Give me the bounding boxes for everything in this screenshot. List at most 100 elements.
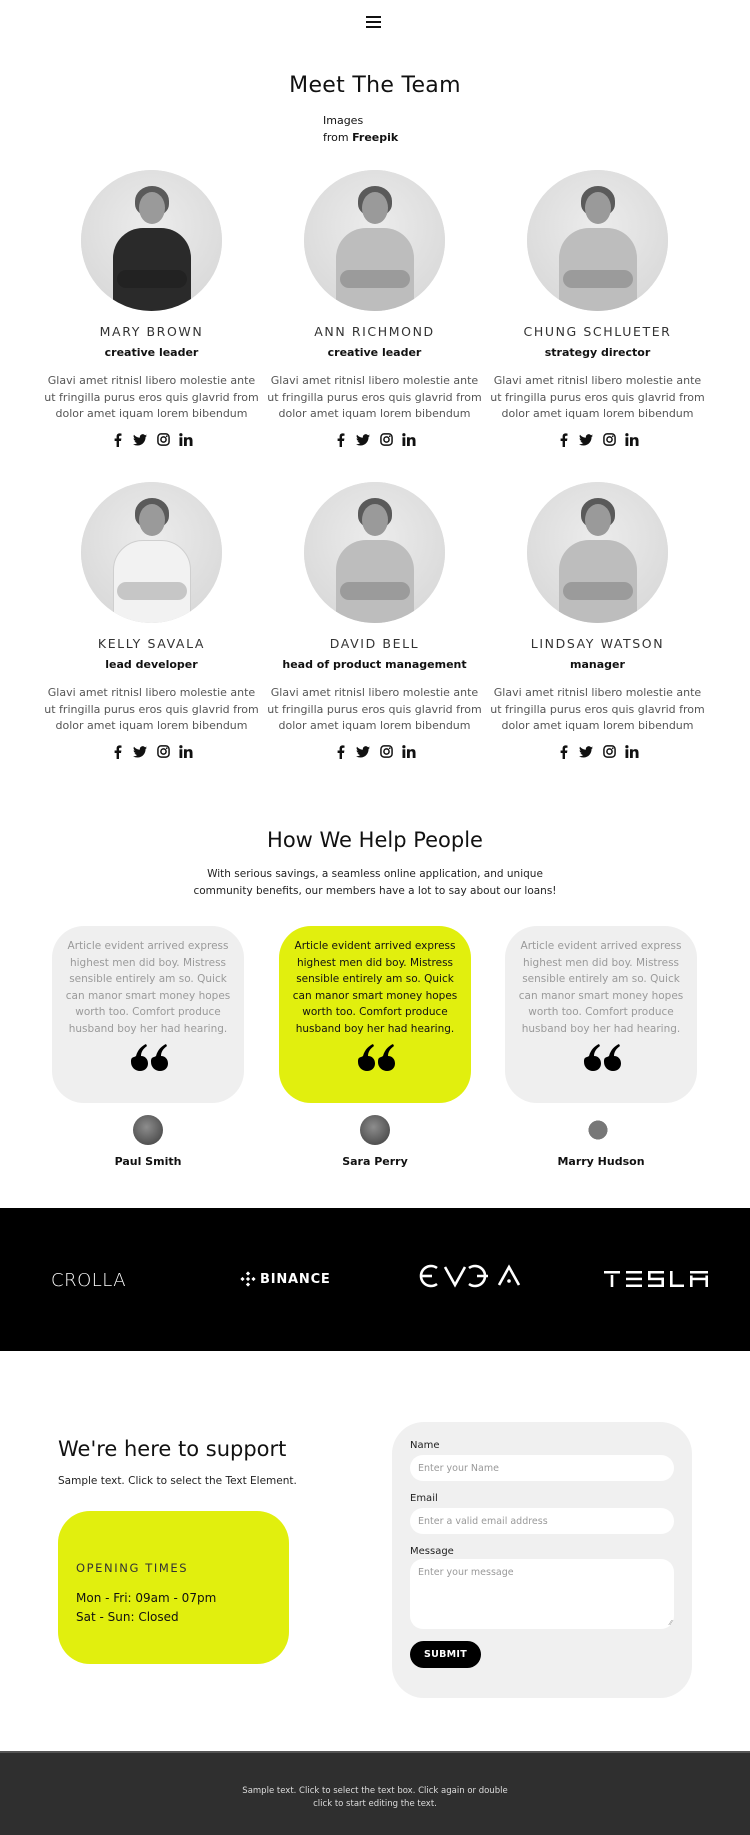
twitter-icon[interactable] xyxy=(579,433,593,447)
member-photo xyxy=(527,482,668,623)
opening-times-card: OPENING TIMES Mon - Fri: 09am - 07pm Sat… xyxy=(58,1511,289,1664)
instagram-icon[interactable] xyxy=(379,433,393,447)
member-photo xyxy=(304,482,445,623)
tesla-logo[interactable] xyxy=(604,1271,708,1291)
member-description: Glavi amet ritnisl libero molestie ante … xyxy=(44,374,259,420)
quote-mark xyxy=(52,1044,244,1077)
member-role: head of product management xyxy=(282,658,467,671)
name-placeholder: Enter your Name xyxy=(418,1462,499,1474)
message-textarea[interactable]: Enter your message ⁄⁄ xyxy=(410,1559,674,1629)
twitter-icon[interactable] xyxy=(133,745,147,759)
twitter-icon[interactable] xyxy=(356,433,370,447)
member-description: Glavi amet ritnisl libero molestie ante … xyxy=(267,374,482,420)
hamburger-menu-icon[interactable] xyxy=(366,14,384,28)
member-photo xyxy=(81,482,222,623)
contact-form: Name Enter your Name Email Enter a valid… xyxy=(392,1422,692,1698)
facebook-icon[interactable] xyxy=(556,432,570,447)
name-input[interactable]: Enter your Name xyxy=(410,1455,674,1481)
instagram-icon[interactable] xyxy=(379,745,393,759)
testimonial-card: Article evident arrived express highest … xyxy=(52,926,244,1103)
support-title: We're here to support xyxy=(58,1437,287,1461)
twitter-icon[interactable] xyxy=(133,433,147,447)
facebook-icon[interactable] xyxy=(333,432,347,447)
linkedin-icon[interactable] xyxy=(625,433,639,447)
author-name: Marry Hudson xyxy=(557,1155,645,1168)
member-name: DAVID BELL xyxy=(329,636,420,651)
binance-logo[interactable]: BINANCE xyxy=(240,1271,331,1287)
team-member-card: LINDSAY WATSON manager Glavi amet ritnis… xyxy=(490,482,705,759)
member-name: KELLY SAVALA xyxy=(97,636,206,651)
twitter-icon[interactable] xyxy=(356,745,370,759)
facebook-icon[interactable] xyxy=(556,744,570,759)
instagram-icon[interactable] xyxy=(156,433,170,447)
evga-logo[interactable] xyxy=(415,1264,521,1292)
testimonial-card: Article evident arrived express highest … xyxy=(505,926,697,1103)
member-photo xyxy=(304,170,445,311)
author-avatar xyxy=(360,1115,390,1145)
facebook-icon[interactable] xyxy=(110,432,124,447)
binance-diamond-icon xyxy=(240,1271,256,1287)
testimonial-card: Article evident arrived express highest … xyxy=(279,926,471,1103)
help-subtitle-line: With serious savings, a seamless online … xyxy=(207,868,543,880)
member-role: manager xyxy=(570,658,625,671)
team-title: Meet The Team xyxy=(289,73,461,98)
email-label: Email xyxy=(410,1493,438,1504)
facebook-icon[interactable] xyxy=(110,744,124,759)
team-member-card: KELLY SAVALA lead developer Glavi amet r… xyxy=(44,482,259,759)
member-photo xyxy=(527,170,668,311)
resize-handle-icon[interactable]: ⁄⁄ xyxy=(670,1619,672,1627)
hours-weekend: Sat - Sun: Closed xyxy=(76,1610,179,1624)
instagram-icon[interactable] xyxy=(602,745,616,759)
member-role: strategy director xyxy=(544,346,651,359)
team-member-card: MARY BROWN creative leader Glavi amet ri… xyxy=(44,170,259,447)
member-name: CHUNG SCHLUETER xyxy=(523,324,672,339)
help-subtitle: With serious savings, a seamless online … xyxy=(0,866,750,899)
author-avatar xyxy=(133,1115,163,1145)
crolla-logo[interactable]: CROLLA xyxy=(51,1270,126,1291)
linkedin-icon[interactable] xyxy=(402,433,416,447)
quote-mark xyxy=(279,1044,471,1077)
message-placeholder: Enter your message xyxy=(418,1567,514,1578)
member-description: Glavi amet ritnisl libero molestie ante … xyxy=(490,374,705,420)
social-links xyxy=(44,744,259,759)
quote-icon xyxy=(584,1044,621,1071)
testimonial-text: Article evident arrived express highest … xyxy=(292,940,458,1035)
opening-times-title: OPENING TIMES xyxy=(76,1561,189,1575)
quote-icon xyxy=(131,1044,168,1071)
member-photo xyxy=(81,170,222,311)
message-label: Message xyxy=(410,1546,454,1557)
credit-from: from xyxy=(323,131,349,144)
help-subtitle-line: community benefits, our members have a l… xyxy=(193,884,557,897)
binance-wordmark: BINANCE xyxy=(260,1271,331,1287)
email-input[interactable]: Enter a valid email address xyxy=(410,1508,674,1534)
top-nav xyxy=(0,0,750,42)
support-subtitle: Sample text. Click to select the Text El… xyxy=(58,1475,297,1487)
credit-source-link[interactable]: Freepik xyxy=(352,131,398,144)
credit-prefix: Images xyxy=(323,114,364,127)
linkedin-icon[interactable] xyxy=(625,745,639,759)
hours-weekday: Mon - Fri: 09am - 07pm xyxy=(76,1591,217,1605)
member-role: lead developer xyxy=(105,658,198,671)
tesla-wordmark-icon xyxy=(604,1271,708,1287)
member-description: Glavi amet ritnisl libero molestie ante … xyxy=(44,686,259,732)
footer-text: Sample text. Click to select the text bo… xyxy=(0,1785,750,1811)
facebook-icon[interactable] xyxy=(333,744,347,759)
social-links xyxy=(44,432,259,447)
team-member-card: ANN RICHMOND creative leader Glavi amet … xyxy=(267,170,482,447)
linkedin-icon[interactable] xyxy=(179,433,193,447)
quote-icon xyxy=(358,1044,395,1071)
linkedin-icon[interactable] xyxy=(402,745,416,759)
linkedin-icon[interactable] xyxy=(179,745,193,759)
social-links xyxy=(490,744,705,759)
testimonial-text: Article evident arrived express highest … xyxy=(65,940,231,1035)
footer-line: click to start editing the text. xyxy=(313,1799,437,1809)
social-links xyxy=(490,432,705,447)
brand-logos-strip: CROLLA BINANCE xyxy=(0,1208,750,1351)
credit-source-line: from Freepik xyxy=(323,129,398,146)
twitter-icon[interactable] xyxy=(579,745,593,759)
quote-mark xyxy=(505,1044,697,1077)
instagram-icon[interactable] xyxy=(602,433,616,447)
submit-button[interactable]: SUBMIT xyxy=(410,1641,481,1668)
footer: Sample text. Click to select the text bo… xyxy=(0,1751,750,1835)
instagram-icon[interactable] xyxy=(156,745,170,759)
